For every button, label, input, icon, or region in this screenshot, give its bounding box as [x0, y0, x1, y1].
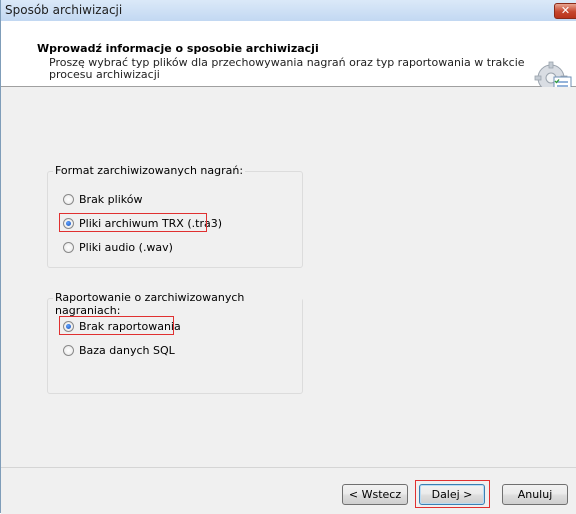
- dialog-window: Sposób archiwizacji ✕ Wprowadź informacj…: [0, 0, 576, 514]
- cancel-button[interactable]: Anuluj: [502, 484, 568, 505]
- report-group-title: Raportowanie o zarchiwizowanych nagrania…: [53, 291, 302, 317]
- radio-no-files[interactable]: Brak plików: [63, 191, 142, 207]
- wizard-header: Wprowadź informacje o sposobie archiwiza…: [1, 21, 576, 99]
- format-group: Format zarchiwizowanych nagrań: Brak pli…: [47, 164, 303, 268]
- header-title: Wprowadź informacje o sposobie archiwiza…: [37, 42, 319, 55]
- radio-label: Pliki audio (.wav): [79, 240, 173, 254]
- format-group-title: Format zarchiwizowanych nagrań:: [53, 164, 246, 177]
- report-group: Raportowanie o zarchiwizowanych nagrania…: [47, 291, 303, 394]
- highlight-box: [59, 316, 174, 335]
- button-bar: < Wstecz Dalej > Anuluj: [1, 467, 576, 514]
- radio-button[interactable]: [63, 344, 74, 356]
- window-title: Sposób archiwizacji: [5, 3, 123, 17]
- radio-label: Brak plików: [79, 192, 143, 206]
- close-button[interactable]: ✕: [554, 3, 576, 19]
- radio-label: Baza danych SQL: [79, 343, 175, 357]
- radio-sql-database[interactable]: Baza danych SQL: [63, 342, 175, 358]
- close-icon: ✕: [560, 4, 571, 17]
- title-bar[interactable]: Sposób archiwizacji ✕: [1, 0, 576, 22]
- radio-audio-files[interactable]: Pliki audio (.wav): [63, 239, 173, 255]
- next-button[interactable]: Dalej >: [419, 484, 485, 505]
- radio-button[interactable]: [63, 193, 74, 205]
- radio-button[interactable]: [63, 241, 74, 253]
- wizard-body: Format zarchiwizowanych nagrań: Brak pli…: [1, 87, 576, 467]
- highlight-box: [59, 213, 207, 232]
- header-description: Proszę wybrać typ plików dla przechowywa…: [49, 56, 525, 81]
- back-button[interactable]: < Wstecz: [342, 484, 408, 505]
